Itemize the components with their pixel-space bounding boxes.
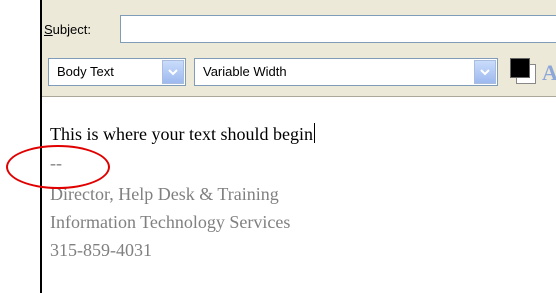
signature-line-department: Information Technology Services bbox=[50, 212, 291, 232]
paragraph-style-select[interactable]: Body Text bbox=[48, 58, 186, 86]
font-color-icon[interactable]: A bbox=[542, 60, 556, 86]
paragraph-style-value: Body Text bbox=[57, 64, 114, 79]
subject-input[interactable] bbox=[120, 15, 556, 43]
subject-label-accelerator: S bbox=[44, 22, 53, 37]
subject-label-text: ubject: bbox=[52, 22, 91, 37]
formatting-toolbar: Body Text Variable Width bbox=[42, 52, 556, 92]
compose-window: Subject: Body Text Variable Width A This… bbox=[40, 0, 556, 293]
annotation-circle bbox=[6, 145, 110, 189]
message-body-editor[interactable]: This is where your text should begin -- … bbox=[42, 97, 556, 293]
signature-line-title: Director, Help Desk & Training bbox=[50, 184, 279, 204]
body-text: This is where your text should begin bbox=[50, 124, 313, 144]
subject-row: Subject: bbox=[42, 0, 556, 48]
text-color-icon[interactable] bbox=[510, 58, 530, 78]
font-family-select[interactable]: Variable Width bbox=[194, 58, 498, 86]
chevron-down-icon[interactable] bbox=[162, 60, 184, 84]
body-text-line: This is where your text should begin bbox=[50, 123, 315, 145]
text-caret bbox=[313, 123, 315, 143]
signature-line-phone: 315-859-4031 bbox=[50, 240, 152, 260]
chevron-down-icon[interactable] bbox=[474, 60, 496, 84]
subject-label: Subject: bbox=[44, 22, 91, 37]
font-family-value: Variable Width bbox=[203, 64, 287, 79]
